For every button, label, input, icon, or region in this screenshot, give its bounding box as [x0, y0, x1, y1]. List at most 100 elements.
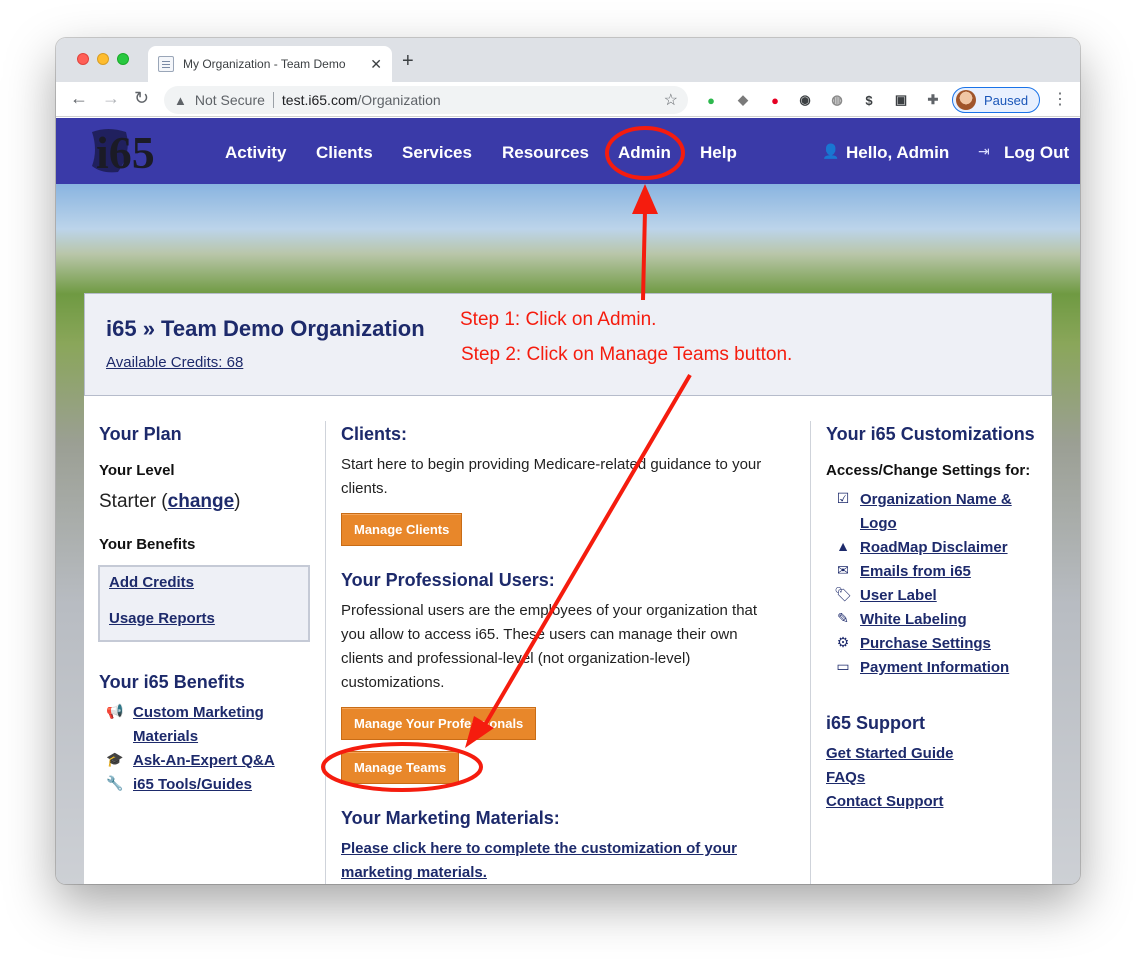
pro-description-line2: you allow to access i65. These users can…	[341, 626, 738, 643]
faqs-link[interactable]: FAQs	[826, 766, 865, 790]
logout-icon: ⇥	[978, 143, 990, 159]
hello-admin-link[interactable]: Hello, Admin	[846, 143, 949, 163]
your-benefits-heading: Your Benefits	[99, 536, 196, 553]
logo-text: i65	[96, 127, 155, 176]
professional-users-heading: Your Professional Users:	[341, 570, 555, 590]
logout-link[interactable]: Log Out	[1004, 143, 1069, 163]
user-icon: 👤	[822, 143, 840, 159]
edit-icon: ✎	[837, 610, 849, 626]
marketing-materials-heading: Your Marketing Materials:	[341, 808, 560, 828]
usage-reports-link[interactable]: Usage Reports	[109, 607, 215, 631]
pro-description-line3: clients and professional-level (not orga…	[341, 650, 691, 667]
pinterest-extension-icon[interactable]: ●	[766, 91, 784, 109]
omnibox-divider	[272, 92, 274, 108]
add-credits-link[interactable]: Add Credits	[109, 571, 194, 595]
nav-admin[interactable]: Admin	[618, 143, 671, 163]
available-credits-link[interactable]: Available Credits: 68	[106, 354, 243, 371]
u-extension-icon[interactable]: ◍	[828, 91, 846, 109]
white-labeling-link[interactable]: White Labeling	[860, 608, 967, 632]
tag-extension-icon[interactable]: ◆	[734, 91, 752, 109]
plan-level-value: Starter	[99, 491, 157, 512]
roadmap-disclaimer-link[interactable]: RoadMap Disclaimer	[860, 536, 1008, 560]
profile-status-label: Paused	[984, 92, 1029, 108]
envelope-icon: ✉	[837, 562, 849, 578]
column-divider	[810, 421, 811, 884]
nav-clients[interactable]: Clients	[316, 143, 373, 163]
not-secure-label: Not Secure	[194, 92, 265, 108]
clients-description-line1: Start here to begin providing Medicare-r…	[341, 456, 762, 473]
graduation-cap-icon: 🎓	[106, 751, 124, 767]
page-favicon-icon	[158, 56, 174, 72]
browser-tab[interactable]: My Organization - Team Demo ✕	[148, 46, 392, 82]
browser-window: My Organization - Team Demo ✕ + ← → ↻ ▲ …	[56, 38, 1080, 884]
your-level-heading: Your Level	[99, 462, 175, 479]
url-path: /Organization	[357, 92, 441, 108]
gear-icon: ⚙	[836, 634, 850, 650]
megaphone-icon: 📢	[106, 703, 124, 719]
browser-toolbar: ← → ↻ ▲ Not Secure test.i65.com/Organiza…	[56, 82, 1080, 117]
payment-information-link[interactable]: Payment Information	[860, 656, 1009, 680]
user-label-link[interactable]: User Label	[860, 584, 937, 608]
address-bar[interactable]: ▲ Not Secure test.i65.com/Organization ☆	[164, 86, 688, 114]
custom-marketing-link-line2[interactable]: Materials	[133, 725, 198, 749]
purchase-settings-link[interactable]: Purchase Settings	[860, 632, 991, 656]
bookmark-star-icon[interactable]: ☆	[664, 90, 678, 110]
evernote-extension-icon[interactable]: ●	[702, 91, 720, 109]
step2-annotation: Step 2: Click on Manage Teams button.	[461, 344, 793, 365]
nav-services[interactable]: Services	[402, 143, 472, 163]
your-plan-heading: Your Plan	[99, 424, 182, 444]
marketing-customization-link[interactable]: Please click here to complete the custom…	[341, 837, 737, 861]
ask-an-expert-link[interactable]: Ask-An-Expert Q&A	[133, 749, 275, 773]
i65-logo-icon[interactable]: i65	[88, 126, 192, 176]
tools-guides-link[interactable]: i65 Tools/Guides	[133, 773, 252, 797]
close-window-button[interactable]	[77, 53, 89, 65]
s-extension-icon[interactable]: $	[860, 91, 878, 109]
marketing-customization-link-line2[interactable]: marketing materials.	[341, 861, 487, 884]
tab-bar: My Organization - Team Demo ✕ +	[56, 38, 1080, 82]
pro-description-line4: customizations.	[341, 674, 445, 691]
maximize-window-button[interactable]	[117, 53, 129, 65]
clients-heading: Clients:	[341, 424, 408, 444]
browser-menu-icon[interactable]: ⋮	[1052, 89, 1068, 109]
tag-icon: 🏷	[834, 586, 852, 602]
custom-marketing-link[interactable]: Custom Marketing	[133, 701, 264, 725]
info-extension-icon[interactable]: ◉	[796, 91, 814, 109]
credit-card-icon: ▭	[836, 658, 850, 674]
nav-activity[interactable]: Activity	[225, 143, 286, 163]
get-started-guide-link[interactable]: Get Started Guide	[826, 742, 954, 766]
url-host: test.i65.com	[281, 92, 358, 108]
minimize-window-button[interactable]	[97, 53, 109, 65]
warning-icon: ▲	[836, 538, 850, 554]
nav-resources[interactable]: Resources	[502, 143, 589, 163]
change-plan-link[interactable]: change	[168, 491, 235, 512]
warning-triangle-icon: ▲	[174, 92, 187, 108]
manage-clients-button[interactable]: Manage Clients	[341, 513, 463, 546]
capture-extension-icon[interactable]: ▣	[892, 91, 910, 109]
profile-button[interactable]: Paused	[952, 87, 1040, 113]
manage-teams-button[interactable]: Manage Teams	[341, 751, 460, 784]
new-tab-button[interactable]: +	[402, 50, 414, 73]
tab-title: My Organization - Team Demo	[183, 57, 346, 71]
reload-icon[interactable]: ↻	[134, 88, 149, 109]
checkbox-icon: ☑	[836, 490, 850, 506]
org-name-logo-link[interactable]: Organization Name &	[860, 488, 1012, 512]
forward-arrow-icon[interactable]: →	[102, 88, 120, 109]
clients-description-line2: clients.	[341, 480, 388, 497]
plan-level: Starter (change)	[99, 491, 241, 512]
main-content: Your Plan Your Level Starter (change) Yo…	[84, 396, 1052, 884]
manage-professionals-button[interactable]: Manage Your Professionals	[341, 707, 537, 740]
org-name-logo-link-line2[interactable]: Logo	[860, 512, 897, 536]
emails-from-i65-link[interactable]: Emails from i65	[860, 560, 971, 584]
page-title: i65 » Team Demo Organization	[106, 316, 425, 341]
back-arrow-icon[interactable]: ←	[70, 88, 88, 109]
puzzle-extensions-icon[interactable]: ✚	[924, 91, 942, 109]
web-page: i65 Activity Clients Services Resources …	[56, 118, 1080, 884]
contact-support-link[interactable]: Contact Support	[826, 790, 944, 814]
customizations-heading: Your i65 Customizations	[826, 424, 1035, 444]
nav-help[interactable]: Help	[700, 143, 737, 163]
tab-close-icon[interactable]: ✕	[370, 56, 382, 73]
i65-support-heading: i65 Support	[826, 713, 926, 733]
wrench-icon: 🔧	[106, 775, 124, 791]
step1-annotation: Step 1: Click on Admin.	[460, 309, 657, 330]
pro-description-line1: Professional users are the employees of …	[341, 602, 758, 619]
